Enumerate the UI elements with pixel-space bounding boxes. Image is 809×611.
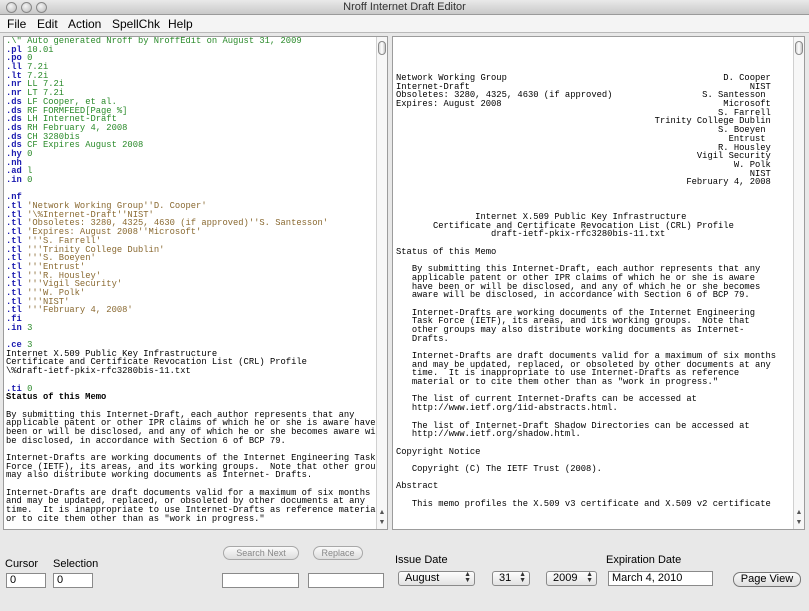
source-segment: .in bbox=[6, 175, 22, 185]
page-view-button[interactable]: Page View bbox=[733, 572, 801, 587]
output-line: Copyright (C) The IETF Trust (2008). bbox=[396, 463, 602, 474]
output-scrollbar[interactable]: ▲ ▼ bbox=[793, 37, 804, 529]
output-line: material or to cite them other than as "… bbox=[396, 377, 719, 388]
source-segment: may also distribute working documents as… bbox=[6, 470, 313, 481]
issue-month-value: August bbox=[405, 572, 440, 584]
source-segment: or to cite them other than as "work in p… bbox=[6, 513, 265, 524]
source-segment: '''February 4, 2008' bbox=[21, 305, 133, 316]
source-line bbox=[6, 185, 386, 194]
output-line: http://www.ietf.org/1id-abstracts.html. bbox=[396, 403, 618, 414]
output-line: Abstract bbox=[396, 481, 439, 492]
scroll-up-arrow-icon[interactable]: ▲ bbox=[795, 509, 803, 517]
formatted-output-view[interactable]: Network Working Group D. Cooper Internet-… bbox=[392, 36, 805, 530]
chevron-updown-icon: ▲ ▼ bbox=[464, 571, 471, 584]
issue-date-label: Issue Date bbox=[395, 554, 448, 566]
source-line: .\" Auto generated Nroff by NroffEdit on… bbox=[6, 37, 386, 46]
source-line: .hy 0 bbox=[6, 150, 386, 159]
output-line: This memo profiles the X.509 v3 certific… bbox=[396, 498, 771, 509]
menu-help[interactable]: Help bbox=[168, 17, 193, 31]
source-line: Status of this Memo bbox=[6, 393, 386, 402]
chevron-updown-icon: ▲ ▼ bbox=[586, 571, 593, 584]
source-segment: 0 bbox=[21, 175, 33, 185]
chevron-updown-icon: ▲ ▼ bbox=[519, 571, 526, 584]
scroll-down-arrow-icon[interactable]: ▼ bbox=[795, 519, 803, 527]
source-line: .ad l bbox=[6, 167, 386, 176]
source-line: or to cite them other than as "work in p… bbox=[6, 513, 386, 524]
output-line: Drafts. bbox=[396, 333, 449, 344]
source-segment: 3 bbox=[21, 322, 33, 333]
output-line: other groups may also distribute working… bbox=[396, 324, 745, 335]
search-input[interactable] bbox=[222, 573, 299, 588]
output-text: Network Working Group D. Cooper Internet-… bbox=[396, 74, 776, 529]
menu-spellchk[interactable]: SpellChk bbox=[112, 17, 160, 31]
source-segment: CF Expires August 2008 bbox=[21, 140, 144, 151]
source-scroll-thumb[interactable] bbox=[378, 41, 386, 55]
cursor-label: Cursor bbox=[5, 558, 39, 570]
output-line: draft-ietf-pkix-rfc3280bis-11.txt bbox=[396, 229, 666, 240]
menu-bar: File Edit Action SpellChk Help bbox=[0, 15, 809, 33]
source-scrollbar[interactable]: ▲ ▼ bbox=[376, 37, 387, 529]
output-line: February 4, 2008 bbox=[396, 177, 771, 188]
issue-month-select[interactable]: August ▲ ▼ bbox=[398, 571, 475, 586]
source-segment: \%draft-ietf-pkix-rfc3280bis-11.txt bbox=[6, 366, 191, 377]
output-line: aware will be disclosed, in accordance w… bbox=[396, 290, 750, 301]
issue-day-select[interactable]: 31 ▲ ▼ bbox=[492, 571, 530, 586]
source-line: .fi bbox=[6, 315, 386, 324]
expiration-date-label: Expiration Date bbox=[606, 554, 682, 566]
replace-button[interactable]: Replace bbox=[313, 546, 363, 560]
output-line: Status of this Memo bbox=[396, 246, 497, 257]
source-segment: be disclosed, in accordance with Section… bbox=[6, 435, 286, 446]
selection-label: Selection bbox=[53, 558, 99, 570]
source-line bbox=[6, 332, 386, 341]
selection-field[interactable]: 0 bbox=[53, 573, 93, 588]
source-text: .\" Auto generated Nroff by NroffEdit on… bbox=[6, 37, 386, 524]
source-line: may also distribute working documents as… bbox=[6, 471, 386, 480]
issue-day-value: 31 bbox=[499, 572, 512, 584]
issue-year-select[interactable]: 2009 ▲ ▼ bbox=[546, 571, 597, 586]
nroff-source-editor[interactable]: .\" Auto generated Nroff by NroffEdit on… bbox=[3, 36, 388, 530]
output-scroll-thumb[interactable] bbox=[795, 41, 803, 55]
source-line bbox=[6, 376, 386, 385]
source-line: .po 0 bbox=[6, 54, 386, 63]
source-line: \%draft-ietf-pkix-rfc3280bis-11.txt bbox=[6, 367, 386, 376]
issue-year-value: 2009 bbox=[553, 572, 578, 584]
output-line: Copyright Notice bbox=[396, 446, 481, 457]
app-window: Nroff Internet Draft Editor File Edit Ac… bbox=[0, 0, 809, 611]
title-bar: Nroff Internet Draft Editor bbox=[0, 0, 809, 15]
cursor-field[interactable]: 0 bbox=[6, 573, 46, 588]
source-line: .pl 10.0i bbox=[6, 45, 386, 55]
search-next-button[interactable]: Search Next bbox=[223, 546, 299, 560]
window-title: Nroff Internet Draft Editor bbox=[343, 1, 466, 13]
source-line: .tl '''February 4, 2008' bbox=[6, 306, 386, 315]
source-line: be disclosed, in accordance with Section… bbox=[6, 435, 386, 446]
output-line: http://www.ietf.org/shadow.html. bbox=[396, 429, 581, 440]
source-line: .in 0 bbox=[6, 176, 386, 185]
scroll-down-arrow-icon[interactable]: ▼ bbox=[378, 519, 386, 527]
source-segment: Status of this Memo bbox=[6, 392, 107, 403]
replace-input[interactable] bbox=[308, 573, 384, 588]
source-line: .in 3 bbox=[6, 322, 386, 333]
source-line: .ds CF Expires August 2008 bbox=[6, 141, 386, 150]
scroll-up-arrow-icon[interactable]: ▲ bbox=[378, 509, 386, 517]
expiration-date-field[interactable]: March 4, 2010 bbox=[608, 571, 713, 586]
menu-action[interactable]: Action bbox=[68, 17, 101, 31]
source-line: .ll 7.2i bbox=[6, 63, 386, 72]
menu-edit[interactable]: Edit bbox=[37, 17, 58, 31]
source-segment: .in bbox=[6, 322, 22, 333]
source-line: .nh bbox=[6, 158, 386, 168]
source-segment: 0 bbox=[21, 148, 33, 159]
menu-file[interactable]: File bbox=[7, 17, 26, 31]
